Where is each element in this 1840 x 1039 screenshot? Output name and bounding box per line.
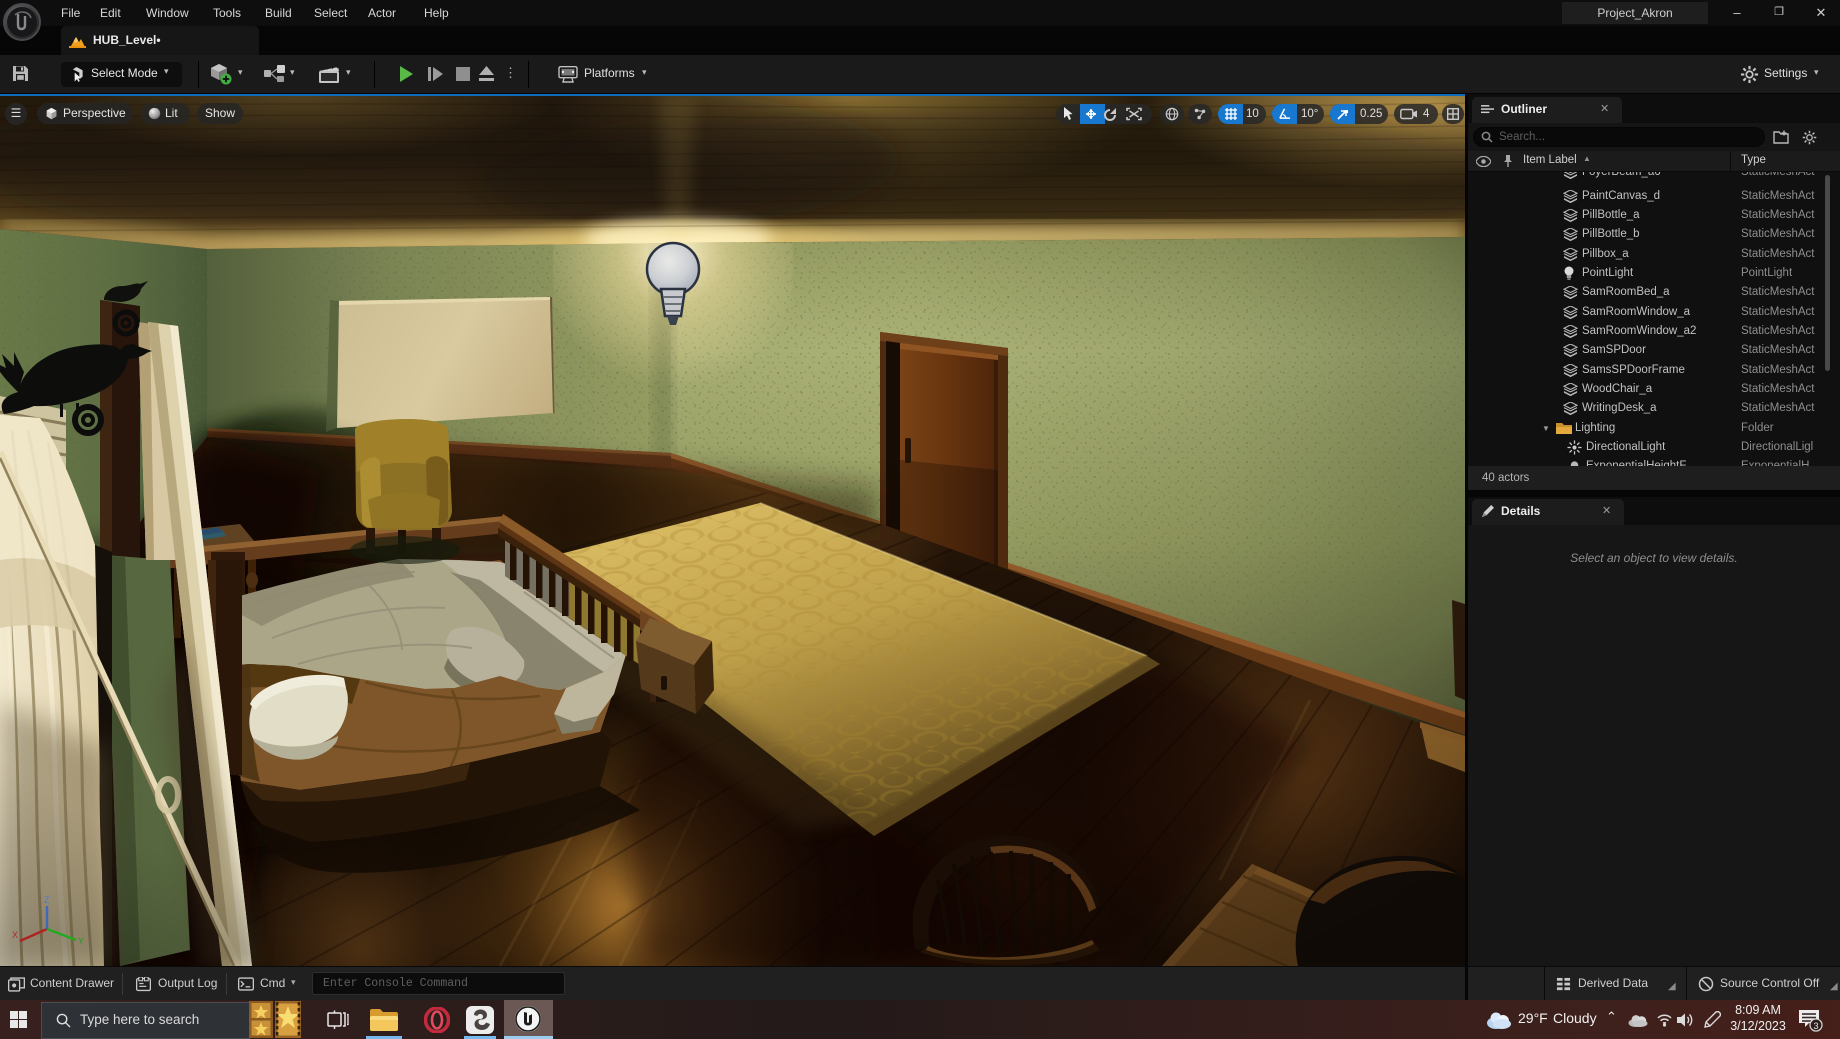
- svg-text:3: 3: [1813, 1021, 1818, 1031]
